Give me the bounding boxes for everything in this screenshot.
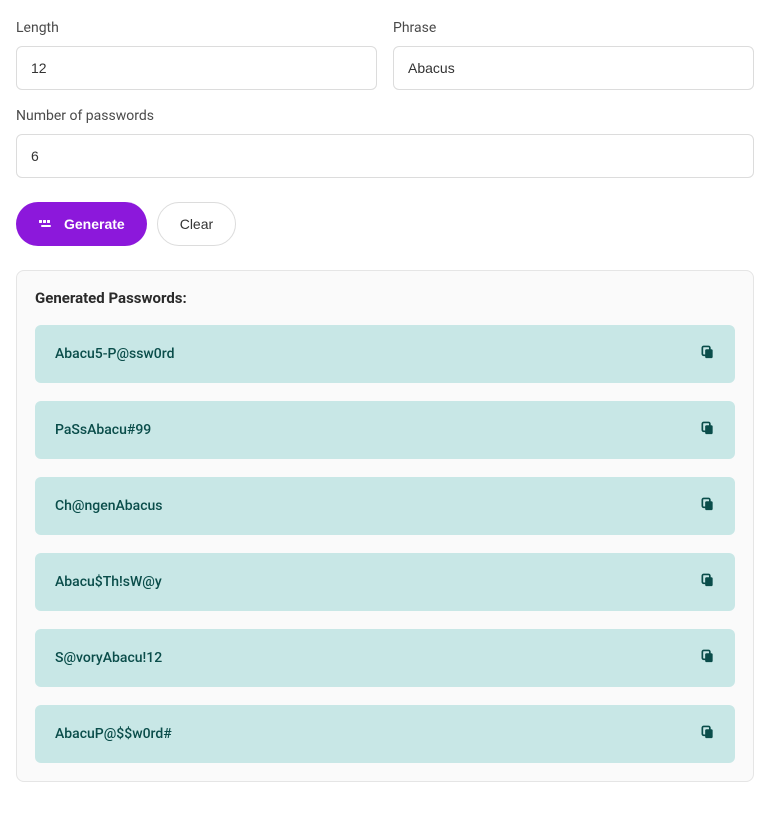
password-item: Ch@ngenAbacus: [35, 477, 735, 535]
copy-icon: [700, 573, 715, 591]
results-title: Generated Passwords:: [35, 289, 735, 307]
generate-button-label: Generate: [64, 216, 125, 232]
copy-button[interactable]: [700, 497, 715, 515]
password-icon: [38, 216, 54, 232]
password-text: Abacu$Th!sW@y: [55, 574, 162, 590]
results-panel: Generated Passwords: Abacu5-P@ssw0rd PaSs…: [16, 270, 754, 782]
password-text: Abacu5-P@ssw0rd: [55, 346, 174, 362]
length-field-container: Length: [16, 20, 377, 90]
count-field-container: Number of passwords: [16, 108, 754, 178]
copy-icon: [700, 345, 715, 363]
copy-button[interactable]: [700, 725, 715, 743]
count-label: Number of passwords: [16, 108, 754, 124]
password-item: Abacu$Th!sW@y: [35, 553, 735, 611]
password-item: AbacuP@$$w0rd#: [35, 705, 735, 763]
phrase-label: Phrase: [393, 20, 754, 36]
password-item: S@voryAbacu!12: [35, 629, 735, 687]
count-input[interactable]: [16, 134, 754, 178]
copy-button[interactable]: [700, 345, 715, 363]
clear-button-label: Clear: [180, 216, 213, 232]
password-text: Ch@ngenAbacus: [55, 498, 163, 514]
password-text: AbacuP@$$w0rd#: [55, 726, 172, 742]
length-label: Length: [16, 20, 377, 36]
password-text: S@voryAbacu!12: [55, 650, 162, 666]
phrase-field-container: Phrase: [393, 20, 754, 90]
copy-icon: [700, 649, 715, 667]
copy-button[interactable]: [700, 421, 715, 439]
copy-button[interactable]: [700, 649, 715, 667]
clear-button[interactable]: Clear: [157, 202, 236, 246]
phrase-input[interactable]: [393, 46, 754, 90]
copy-icon: [700, 725, 715, 743]
copy-button[interactable]: [700, 573, 715, 591]
password-list: Abacu5-P@ssw0rd PaSsAbacu#99 Ch@ngenAbacus…: [35, 325, 735, 763]
password-item: PaSsAbacu#99: [35, 401, 735, 459]
copy-icon: [700, 497, 715, 515]
copy-icon: [700, 421, 715, 439]
length-input[interactable]: [16, 46, 377, 90]
password-item: Abacu5-P@ssw0rd: [35, 325, 735, 383]
password-text: PaSsAbacu#99: [55, 422, 151, 438]
generate-button[interactable]: Generate: [16, 202, 147, 246]
